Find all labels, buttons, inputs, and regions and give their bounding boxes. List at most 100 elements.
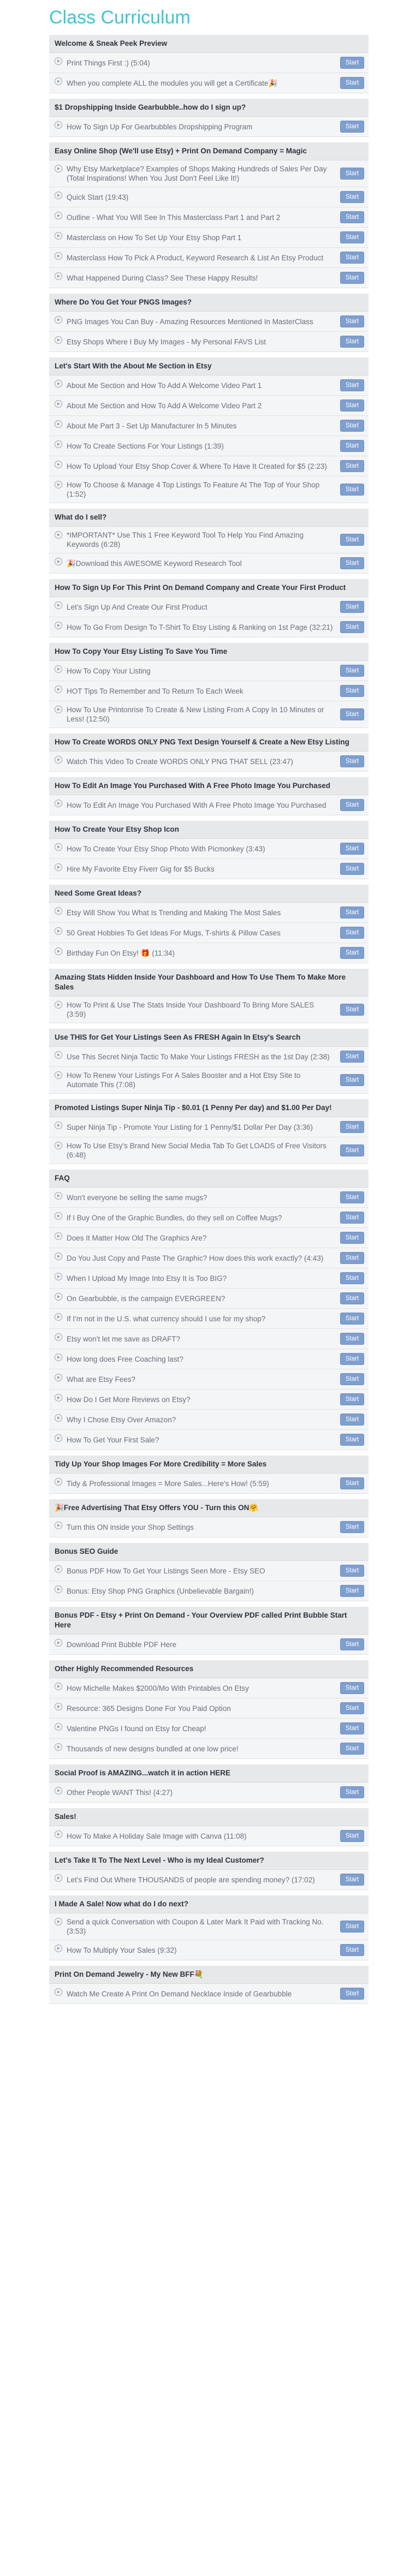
lecture-item[interactable]: Does It Matter How Old The Graphics Are?… — [49, 1228, 369, 1248]
lecture-item[interactable]: What Happened During Class? See These Ha… — [49, 268, 369, 288]
lecture-item[interactable]: Etsy Will Show You What Is Trending and … — [49, 903, 369, 923]
lecture-title[interactable]: How To Create Sections For Your Listings… — [67, 442, 340, 451]
start-button[interactable]: Start — [340, 621, 364, 633]
start-button[interactable]: Start — [340, 399, 364, 412]
lecture-title[interactable]: How To Edit An Image You Purchased With … — [67, 801, 340, 810]
lecture-item[interactable]: How To Edit An Image You Purchased With … — [49, 795, 369, 815]
start-button[interactable]: Start — [340, 1051, 364, 1063]
lecture-item[interactable]: How Michelle Makes $2000/Mo With Printab… — [49, 1678, 369, 1698]
lecture-title[interactable]: Valentine PNGs I found on Etsy for Cheap… — [67, 1724, 340, 1733]
start-button[interactable]: Start — [340, 1212, 364, 1224]
lecture-title[interactable]: How To Print & Use The Stats Inside Your… — [67, 1000, 340, 1019]
lecture-title[interactable]: How To Get Your First Sale? — [67, 1435, 340, 1445]
lecture-title[interactable]: Etsy Will Show You What Is Trending and … — [67, 908, 340, 917]
lecture-title[interactable]: Quick Start (19:43) — [67, 193, 340, 202]
lecture-item[interactable]: Do You Just Copy and Paste The Graphic? … — [49, 1248, 369, 1268]
lecture-item[interactable]: How To Get Your First Sale? Start — [49, 1430, 369, 1450]
lecture-item[interactable]: If I'm not in the U.S. what currency sho… — [49, 1309, 369, 1329]
lecture-title[interactable]: Thousands of new designs bundled at one … — [67, 1744, 340, 1754]
lecture-title[interactable]: Hire My Favorite Etsy Fiverr Gig for $5 … — [67, 864, 340, 874]
lecture-title[interactable]: How To Multiply Your Sales (9:32) — [67, 1946, 340, 1955]
start-button[interactable]: Start — [340, 460, 364, 472]
lecture-item[interactable]: Super Ninja Tip - Promote Your Listing f… — [49, 1117, 369, 1137]
lecture-item[interactable]: Why Etsy Marketplace? Examples of Shops … — [49, 160, 369, 187]
lecture-title[interactable]: Send a quick Conversation with Coupon & … — [67, 1917, 340, 1936]
start-button[interactable]: Start — [340, 534, 364, 546]
start-button[interactable]: Start — [340, 1414, 364, 1426]
start-button[interactable]: Start — [340, 1786, 364, 1798]
start-button[interactable]: Start — [340, 1121, 364, 1133]
start-button[interactable]: Start — [340, 1638, 364, 1650]
start-button[interactable]: Start — [340, 420, 364, 432]
lecture-title[interactable]: Use This Secret Ninja Tactic To Make You… — [67, 1052, 340, 1062]
start-button[interactable]: Start — [340, 557, 364, 569]
lecture-item[interactable]: Print Things First :) (5:04) Start — [49, 53, 369, 73]
lecture-item[interactable]: 50 Great Hobbies To Get Ideas For Mugs, … — [49, 923, 369, 943]
start-button[interactable]: Start — [340, 1830, 364, 1842]
lecture-title[interactable]: How To Choose & Manage 4 Top Listings To… — [67, 480, 340, 499]
start-button[interactable]: Start — [340, 1722, 364, 1734]
lecture-item[interactable]: If I Buy One of the Graphic Bundles, do … — [49, 1208, 369, 1228]
lecture-title[interactable]: Print Things First :) (5:04) — [67, 58, 340, 68]
start-button[interactable]: Start — [340, 755, 364, 767]
lecture-title[interactable]: Watch This Video To Create WORDS ONLY PN… — [67, 757, 340, 766]
start-button[interactable]: Start — [340, 685, 364, 697]
lecture-item[interactable]: Turn this ON inside your Shop Settings St… — [49, 1517, 369, 1537]
start-button[interactable]: Start — [340, 1313, 364, 1325]
lecture-item[interactable]: How To Make A Holiday Sale Image with Ca… — [49, 1826, 369, 1846]
lecture-item[interactable]: Bonus PDF How To Get Your Listings Seen … — [49, 1561, 369, 1581]
start-button[interactable]: Start — [340, 440, 364, 452]
start-button[interactable]: Start — [340, 1988, 364, 2000]
start-button[interactable]: Start — [340, 1191, 364, 1203]
start-button[interactable]: Start — [340, 1373, 364, 1385]
start-button[interactable]: Start — [340, 907, 364, 919]
lecture-item[interactable]: Watch Me Create A Print On Demand Neckla… — [49, 1984, 369, 2004]
start-button[interactable]: Start — [340, 77, 364, 89]
lecture-title[interactable]: Let's Sign Up And Create Our First Produ… — [67, 603, 340, 612]
lecture-item[interactable]: HOT Tips To Remember and To Return To Ea… — [49, 681, 369, 701]
lecture-title[interactable]: Why I Chose Etsy Over Amazon? — [67, 1415, 340, 1424]
lecture-item[interactable]: How To Renew Your Listings For A Sales B… — [49, 1067, 369, 1094]
lecture-item[interactable]: Outline - What You Will See In This Mast… — [49, 207, 369, 228]
start-button[interactable]: Start — [340, 191, 364, 203]
lecture-title[interactable]: When you complete ALL the modules you wi… — [67, 79, 340, 88]
lecture-item[interactable]: How Do I Get More Reviews on Etsy? Start — [49, 1390, 369, 1410]
lecture-item[interactable]: How To Upload Your Etsy Shop Cover & Whe… — [49, 456, 369, 476]
start-button[interactable]: Start — [340, 601, 364, 613]
lecture-item[interactable]: 🎉Download this AWESOME Keyword Research … — [49, 553, 369, 574]
lecture-title[interactable]: Outline - What You Will See In This Mast… — [67, 213, 340, 222]
start-button[interactable]: Start — [340, 1353, 364, 1365]
lecture-item[interactable]: Valentine PNGs I found on Etsy for Cheap… — [49, 1719, 369, 1739]
start-button[interactable]: Start — [340, 1921, 364, 1933]
lecture-title[interactable]: *IMPORTANT* Use This 1 Free Keyword Tool… — [67, 530, 340, 549]
lecture-title[interactable]: How To Make A Holiday Sale Image with Ca… — [67, 1832, 340, 1841]
lecture-item[interactable]: How To Use Etsy's Brand New Social Media… — [49, 1137, 369, 1164]
lecture-title[interactable]: Tidy & Professional Images = More Sales.… — [67, 1479, 340, 1488]
lecture-title[interactable]: When I Upload My Image Into Etsy It is T… — [67, 1274, 340, 1283]
lecture-title[interactable]: How To Renew Your Listings For A Sales B… — [67, 1071, 340, 1089]
start-button[interactable]: Start — [340, 1232, 364, 1244]
lecture-title[interactable]: What are Etsy Fees? — [67, 1375, 340, 1384]
lecture-title[interactable]: Bonus PDF How To Get Your Listings Seen … — [67, 1566, 340, 1576]
lecture-title[interactable]: Download Print Bubble PDF Here — [67, 1640, 340, 1649]
lecture-title[interactable]: About Me Part 3 - Set Up Manufacturer In… — [67, 421, 340, 431]
lecture-item[interactable]: About Me Part 3 - Set Up Manufacturer In… — [49, 416, 369, 436]
lecture-title[interactable]: Resource: 365 Designs Done For You Paid … — [67, 1704, 340, 1713]
lecture-title[interactable]: 50 Great Hobbies To Get Ideas For Mugs, … — [67, 928, 340, 938]
lecture-title[interactable]: How long does Free Coaching last? — [67, 1355, 340, 1364]
lecture-item[interactable]: How long does Free Coaching last? Start — [49, 1349, 369, 1369]
start-button[interactable]: Start — [340, 1477, 364, 1489]
start-button[interactable]: Start — [340, 252, 364, 264]
lecture-item[interactable]: Watch This Video To Create WORDS ONLY PN… — [49, 752, 369, 772]
start-button[interactable]: Start — [340, 843, 364, 855]
start-button[interactable]: Start — [340, 272, 364, 284]
lecture-title[interactable]: 🎉Download this AWESOME Keyword Research … — [67, 559, 340, 568]
lecture-item[interactable]: How To Choose & Manage 4 Top Listings To… — [49, 476, 369, 503]
lecture-title[interactable]: Bonus: Etsy Shop PNG Graphics (Unbelieva… — [67, 1587, 340, 1596]
lecture-item[interactable]: How To Multiply Your Sales (9:32) Start — [49, 1940, 369, 1960]
lecture-title[interactable]: Etsy Shops Where I Buy My Images - My Pe… — [67, 337, 340, 347]
lecture-item[interactable]: How To Sign Up For Gearbubbles Dropshipp… — [49, 117, 369, 137]
lecture-item[interactable]: Thousands of new designs bundled at one … — [49, 1739, 369, 1759]
lecture-item[interactable]: About Me Section and How To Add A Welcom… — [49, 375, 369, 396]
start-button[interactable]: Start — [340, 863, 364, 875]
